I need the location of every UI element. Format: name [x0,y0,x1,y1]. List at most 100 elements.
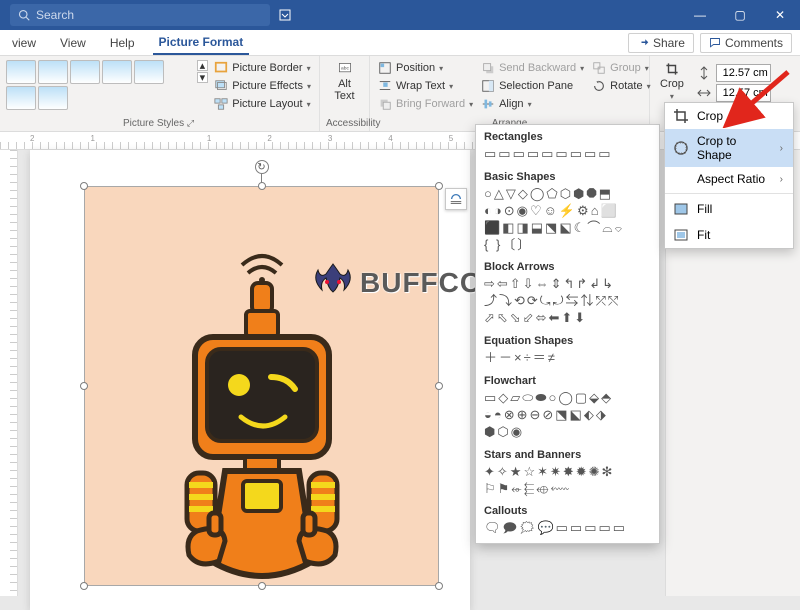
shapes-row-arrows[interactable]: ⇨⇦⇧⇩⇔⇕↰↱↲↳⤴⤵⟲⟳⤿⤾⇆⇅⤱⤲⬀⬁⬂⬃⬄⬅⬆⬇ [476,276,659,329]
search-box[interactable]: Search [10,4,270,26]
tab-view[interactable]: View [54,32,92,54]
height-icon [696,65,712,81]
group-picture-styles: ▴▾ Picture Border▾ Picture Effects▾ Pict… [0,56,320,131]
crop-button[interactable]: Crop ▾ [656,60,688,103]
group-icon [592,61,606,75]
maximize-button[interactable]: ▢ [720,0,760,30]
vertical-ruler[interactable] [0,150,18,596]
crop-menu-fit[interactable]: Fit [665,222,793,248]
page[interactable] [30,150,470,610]
selection-pane-label: Selection Pane [499,80,573,92]
rotate-icon [592,79,606,93]
resize-handle-bl[interactable] [80,582,88,590]
search-placeholder: Search [36,8,74,22]
crop-to-shape-label: Crop to Shape [697,134,772,162]
send-backward-button[interactable]: Send Backward▾ [479,60,586,76]
resize-handle-br[interactable] [435,582,443,590]
minimize-button[interactable]: — [680,0,720,30]
shapes-row-rectangles[interactable]: ▭▭▭▭▭▭▭▭▭ [476,146,659,165]
shapes-row-stars[interactable]: ✦✧★☆✶✷✸✹✺✻⚐⚑⬰⬱⬲⬳ [476,464,659,500]
bring-forward-button[interactable]: Bring Forward▾ [376,96,475,112]
shapes-header-basic: Basic Shapes [476,165,659,186]
group-arrange: Position▾ Wrap Text▾ Bring Forward▾ Send… [370,56,650,131]
picture-effects-button[interactable]: Picture Effects▾ [212,78,313,94]
selection-pane-button[interactable]: Selection Pane [479,78,586,94]
style-thumb[interactable] [134,60,164,84]
picture-border-label: Picture Border [232,62,302,74]
group-button[interactable]: Group▾ [590,60,652,76]
resize-handle-r[interactable] [435,382,443,390]
layout-options-button[interactable] [445,188,467,210]
crop-menu-crop-to-shape[interactable]: Crop to Shape › [665,129,793,167]
bring-forward-icon [378,97,392,111]
rotate-handle[interactable] [255,160,269,174]
chevron-right-icon: › [780,174,783,185]
share-button[interactable]: Share [628,33,694,53]
picture-layout-button[interactable]: Picture Layout▾ [212,96,313,112]
group-label-accessibility: Accessibility [326,116,363,129]
shapes-header-arrows: Block Arrows [476,255,659,276]
dialog-launcher-icon[interactable]: ⤢ [187,118,196,128]
resize-handle-t[interactable] [258,182,266,190]
window-controls: — ▢ ✕ [680,0,800,30]
shapes-header-flowchart: Flowchart [476,369,659,390]
style-thumb[interactable] [6,86,36,110]
shapes-header-rectangles: Rectangles [476,125,659,146]
align-button[interactable]: Align▾ [479,96,586,112]
bring-forward-label: Bring Forward [396,98,465,110]
picture-border-button[interactable]: Picture Border▾ [212,60,313,76]
tab-help[interactable]: Help [104,32,141,54]
search-icon [18,9,30,21]
comments-label: Comments [725,36,783,50]
ribbon-tabs: view View Help Picture Format Share Comm… [0,30,800,56]
resize-handle-l[interactable] [80,382,88,390]
crop-menu-aspect-ratio[interactable]: Aspect Ratio › [665,167,793,191]
width-icon [696,85,712,101]
crop-to-shape-icon [673,140,689,156]
ribbon-display-options[interactable] [270,9,300,21]
alt-text-label: Alt Text [334,78,354,102]
tab-picture-format[interactable]: Picture Format [153,31,250,55]
wrap-text-button[interactable]: Wrap Text▾ [376,78,475,94]
selection-pane-icon [481,79,495,93]
picture-effects-icon [214,79,228,93]
style-thumb[interactable] [102,60,132,84]
align-label: Align [499,98,523,110]
fit-label: Fit [697,228,710,242]
shapes-row-basic[interactable]: ○△▽◇◯⬠⬡⬢⯃⬒◐◑⊙◉♡☺⚡⚙⌂⬜⬛◧◨⬓⬔⬕☾⌒⌓⌔{ }〔〕 [476,186,659,256]
gallery-more[interactable]: ▴▾ [197,60,209,83]
watermark-logo-icon [310,260,356,306]
style-thumb[interactable] [38,60,68,84]
comments-button[interactable]: Comments [700,33,792,53]
wrap-text-icon [378,79,392,93]
alt-text-icon: abc [338,62,352,76]
fill-icon [673,201,689,217]
group-accessibility: abc Alt Text Accessibility [320,56,370,131]
tab-preview[interactable]: view [6,32,42,54]
style-thumb[interactable] [38,86,68,110]
style-thumb[interactable] [6,60,36,84]
rotate-button[interactable]: Rotate▾ [590,78,652,94]
picture-styles-gallery[interactable] [6,60,191,110]
crop-label: Crop [660,78,684,90]
shapes-row-callouts[interactable]: 🗨🗩🗯💬▭▭▭▭▭ [476,520,659,539]
position-button[interactable]: Position▾ [376,60,475,76]
title-bar: Search — ▢ ✕ [0,0,800,30]
crop-icon [665,62,679,76]
send-backward-label: Send Backward [499,62,576,74]
resize-handle-tl[interactable] [80,182,88,190]
alt-text-button[interactable]: abc Alt Text [330,60,358,104]
fill-label: Fill [697,202,712,216]
crop-menu-fill[interactable]: Fill [665,196,793,222]
resize-handle-tr[interactable] [435,182,443,190]
selected-picture[interactable] [84,186,439,586]
style-thumb[interactable] [70,60,100,84]
align-icon [481,97,495,111]
shapes-row-equation[interactable]: ＋－×÷＝≠ [476,350,659,369]
share-label: Share [653,36,685,50]
shapes-row-flowchart[interactable]: ▭◇▱⬭⬬○◯▢⬙⬘◒◓⊗⊕⊖⊘⬔⬕⬖⬗⬢⬡◉ [476,390,659,443]
fit-icon [673,227,689,243]
resize-handle-b[interactable] [258,582,266,590]
group-label-picture-styles: Picture Styles ⤢ [6,116,313,129]
close-button[interactable]: ✕ [760,0,800,30]
